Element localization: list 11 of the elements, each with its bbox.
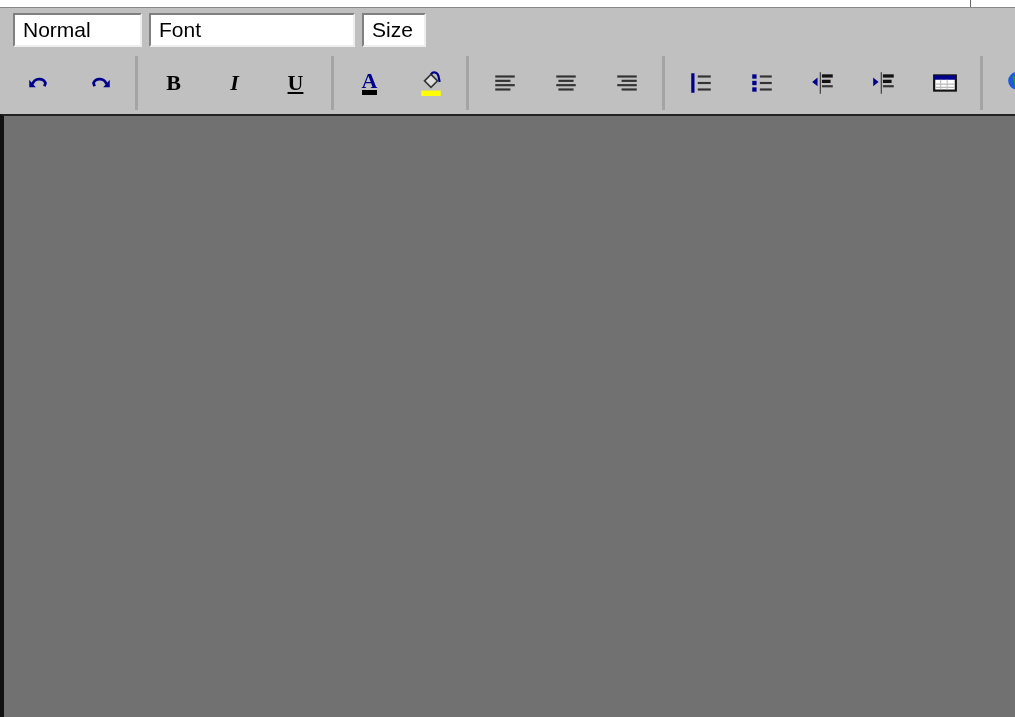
indent-icon [870,70,897,96]
italic-icon: I [230,72,239,94]
font-color-button[interactable]: A [339,63,400,103]
italic-button[interactable]: I [204,63,265,103]
dropdown[interactable]: Size [362,13,426,47]
bold-icon: B [166,72,181,94]
underline-button[interactable]: U [265,63,326,103]
bold-button[interactable]: B [143,63,204,103]
underline-icon: U [287,72,304,94]
dropdown[interactable]: Normal [13,13,142,47]
dropdown[interactable]: Font [149,13,355,47]
